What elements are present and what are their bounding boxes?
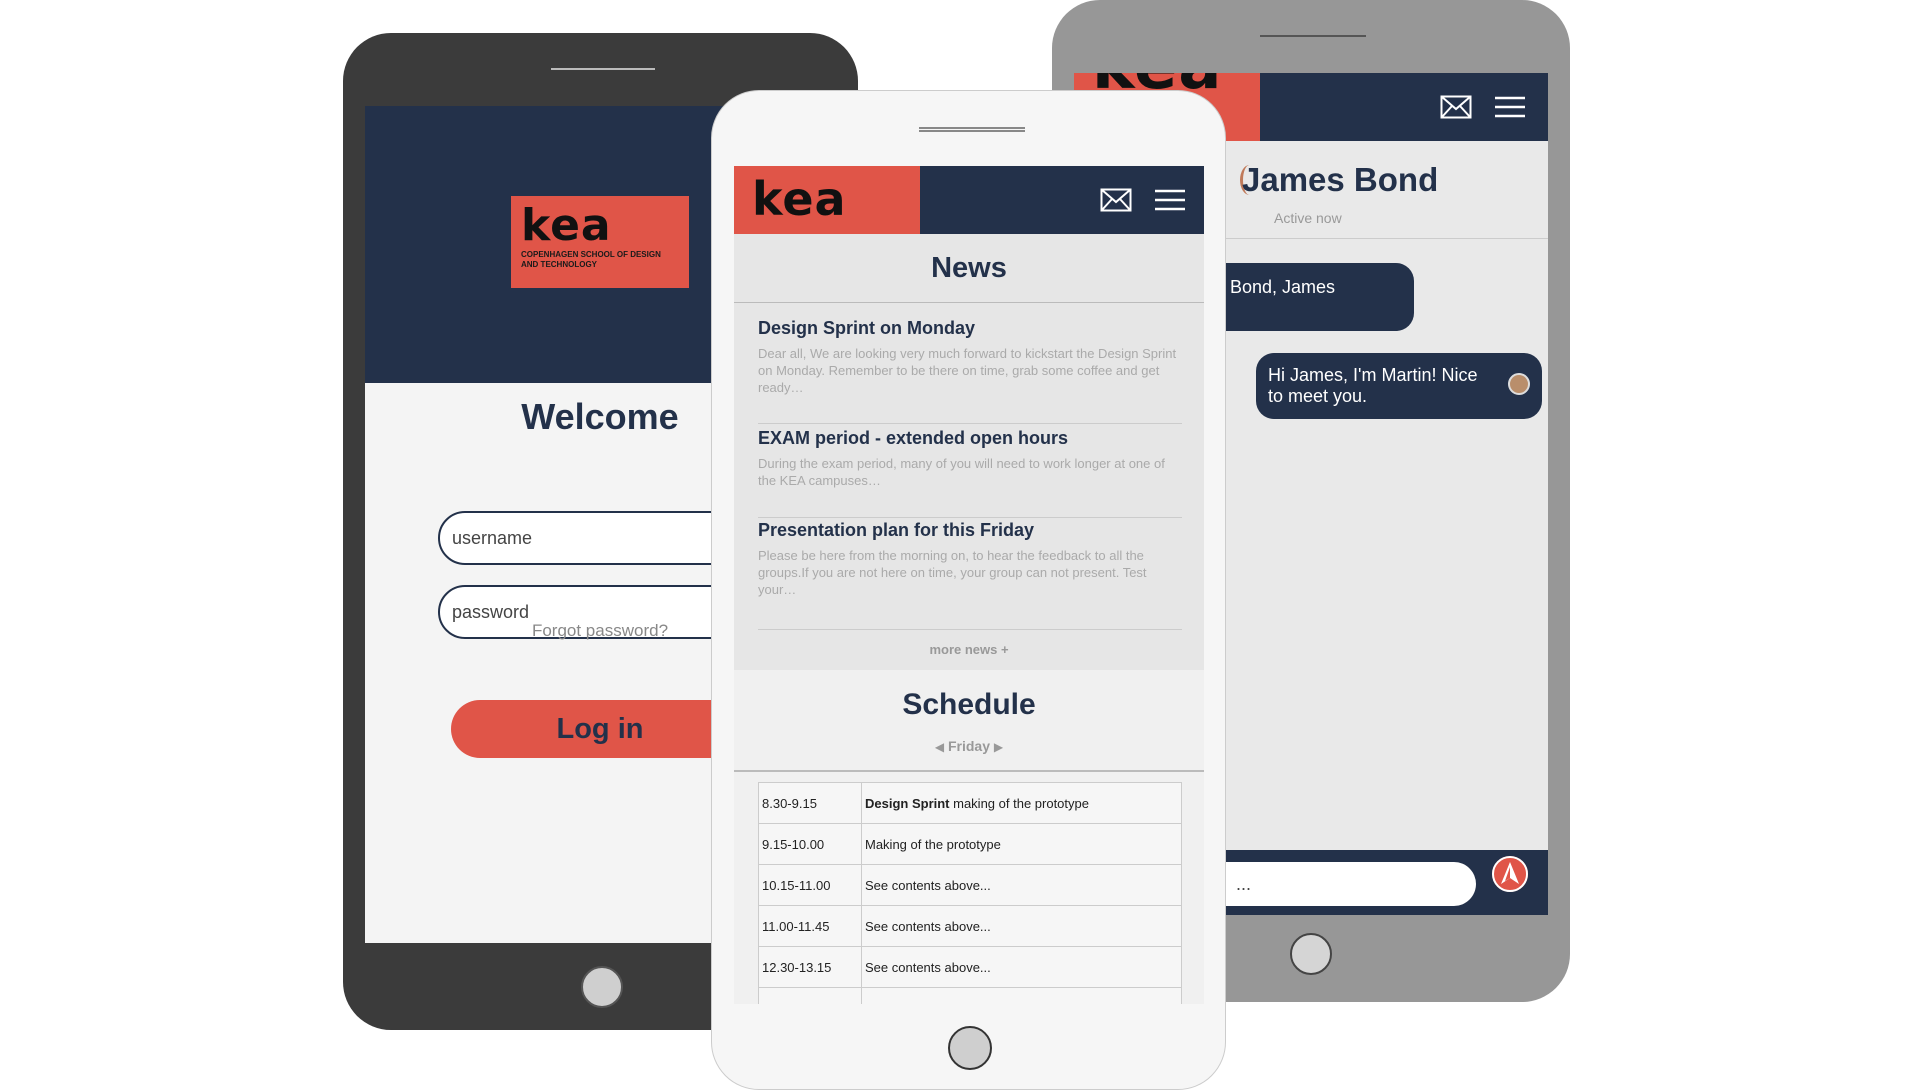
schedule-table: 8.30-9.15 Design Sprint making of the pr… [758, 782, 1182, 1004]
schedule-activity: See contents above... [861, 905, 1182, 947]
table-row: 8.30-9.15 Design Sprint making of the pr… [758, 782, 1182, 824]
schedule-time: 8.30-9.15 [758, 782, 862, 824]
next-day-icon[interactable]: ▶ [994, 740, 1003, 754]
schedule-activity: See contents above... [861, 864, 1182, 906]
news-item-title: Design Sprint on Monday [758, 318, 976, 338]
news-item[interactable]: Presentation plan for this Friday Please… [758, 520, 1182, 630]
hamburger-menu-icon[interactable] [1494, 95, 1526, 119]
home-button[interactable] [1290, 933, 1332, 975]
app-header: kea [734, 166, 1204, 234]
news-item-excerpt: Please be here from the morning on, to h… [758, 548, 1147, 597]
schedule-time: 12.30-13.15 [758, 946, 862, 988]
news-item-excerpt: Dear all, We are looking very much forwa… [758, 346, 1177, 395]
divider [734, 302, 1204, 303]
table-row: 12.30-13.15 See contents above... [758, 946, 1182, 988]
news-phone: kea News Design Sprint on Monday Dear al… [711, 90, 1226, 1090]
kea-logo-text: kea [521, 200, 612, 251]
mail-icon[interactable] [1100, 188, 1132, 212]
schedule-activity-bold: Design Sprint [865, 795, 950, 811]
phone-speaker [551, 68, 655, 72]
divider [734, 770, 1204, 772]
news-item[interactable]: EXAM period - extended open hours During… [758, 428, 1182, 518]
schedule-heading: Schedule [902, 688, 1036, 721]
news-item-title: Presentation plan for this Friday [758, 520, 1035, 540]
schedule-activity: See contents above... [861, 946, 1182, 988]
table-row: 11.00-11.45 See contents above... [758, 905, 1182, 947]
contact-name: James Bond [1242, 161, 1439, 198]
news-item[interactable]: Design Sprint on Monday Dear all, We are… [758, 318, 1182, 424]
schedule-time: 9.15-10.00 [758, 823, 862, 865]
news-section: News Design Sprint on Monday Dear all, W… [734, 234, 1204, 670]
news-heading: News [931, 252, 1007, 284]
schedule-activity-text: making of the prototype [949, 795, 1089, 811]
schedule-time: 11.00-11.45 [758, 905, 862, 947]
avatar-icon [1508, 373, 1530, 395]
news-item-title: EXAM period - extended open hours [758, 428, 1069, 448]
send-icon [1492, 856, 1528, 892]
contact-status: Active now [1274, 210, 1342, 226]
home-button[interactable] [948, 1026, 992, 1070]
kea-logo[interactable]: kea [734, 166, 920, 234]
schedule-activity [861, 987, 1182, 1004]
send-button[interactable] [1492, 856, 1528, 892]
schedule-activity-text: See contents above... [865, 959, 991, 975]
schedule-activity-text: Making of the prototype [865, 836, 1001, 852]
hamburger-menu-icon[interactable] [1154, 188, 1186, 212]
outgoing-message-text: Hi James, I'm Martin! Nice to meet you. [1268, 365, 1478, 406]
phone-speaker [919, 127, 1025, 132]
table-row [758, 987, 1182, 1004]
schedule-activity-text: See contents above... [865, 877, 991, 893]
kea-logo-text: kea [752, 172, 847, 226]
schedule-activity-text: See contents above... [865, 918, 991, 934]
news-item-excerpt: During the exam period, many of you will… [758, 456, 1165, 488]
kea-logo-subtitle: COPENHAGEN SCHOOL OF DESIGN AND TECHNOLO… [521, 250, 661, 269]
table-row: 10.15-11.00 See contents above... [758, 864, 1182, 906]
schedule-day: Friday [947, 738, 990, 754]
phone-speaker [1260, 35, 1366, 39]
schedule-activity: Making of the prototype [861, 823, 1182, 865]
previous-day-icon[interactable]: ◀ [935, 740, 944, 754]
news-screen: kea News Design Sprint on Monday Dear al… [734, 166, 1204, 1004]
schedule-activity: Design Sprint making of the prototype [861, 782, 1182, 824]
home-button[interactable] [581, 966, 623, 1008]
kea-logo: kea COPENHAGEN SCHOOL OF DESIGN AND TECH… [511, 196, 689, 288]
mail-icon[interactable] [1440, 95, 1472, 119]
day-selector: ◀ Friday ▶ [734, 738, 1204, 754]
schedule-time [758, 987, 862, 1004]
more-news-link[interactable]: more news + [734, 642, 1204, 657]
login-button[interactable]: Log in [451, 700, 749, 758]
schedule-time: 10.15-11.00 [758, 864, 862, 906]
outgoing-message-bubble: Hi James, I'm Martin! Nice to meet you. [1256, 353, 1542, 419]
table-row: 9.15-10.00 Making of the prototype [758, 823, 1182, 865]
